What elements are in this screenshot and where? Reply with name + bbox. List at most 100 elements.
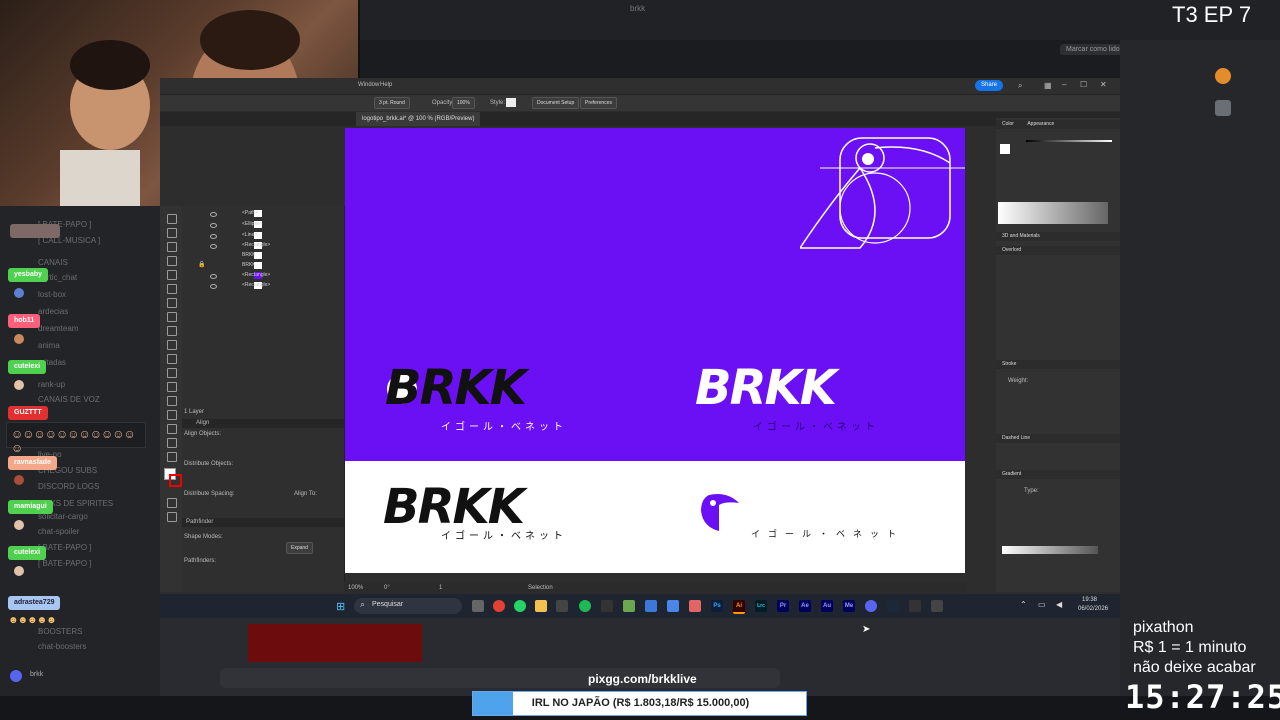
visibility-icon[interactable] [210, 212, 217, 217]
scale-tool-icon[interactable] [167, 312, 177, 322]
folder-icon[interactable] [535, 600, 547, 612]
channel-item[interactable]: [ BATE-PAPO ] [38, 543, 92, 552]
color-tab[interactable]: Color [1002, 121, 1014, 127]
opacity-field[interactable]: 100% [452, 97, 475, 109]
spotify-icon[interactable] [579, 600, 591, 612]
visibility-icon[interactable] [210, 244, 217, 249]
blend-tool-icon[interactable] [167, 382, 177, 392]
channel-item[interactable]: chat-boosters [38, 642, 86, 651]
zoom-tool-icon[interactable] [167, 452, 177, 462]
after-effects-icon[interactable]: Ae [799, 600, 811, 612]
gradient-title[interactable]: Gradient [1002, 471, 1021, 477]
channel-item[interactable]: lost-box [38, 290, 66, 299]
slice-tool-icon[interactable] [167, 424, 177, 434]
gradient-slider[interactable] [1002, 546, 1098, 554]
channel-item[interactable]: chat-spoiler [38, 527, 79, 536]
volume-icon[interactable]: ◀ [1056, 600, 1062, 609]
network-icon[interactable]: ▭ [1038, 600, 1046, 609]
channel-item[interactable]: ardecias [38, 307, 68, 316]
channel-item[interactable]: dreamteam [38, 324, 78, 333]
brush-tool-icon[interactable] [167, 270, 177, 280]
artboard-number[interactable]: 1 [439, 585, 442, 591]
app-icon[interactable] [667, 600, 679, 612]
clapper-icon[interactable] [556, 600, 568, 612]
screen-mode-icon[interactable] [167, 512, 177, 522]
app-icon[interactable] [909, 600, 921, 612]
visibility-icon[interactable] [210, 223, 217, 228]
layer-item[interactable]: <Rectangle> [242, 281, 270, 290]
layer-item[interactable]: BRKK [242, 251, 256, 260]
share-button[interactable]: Share [975, 80, 1004, 91]
gradient-tool-icon[interactable] [167, 354, 177, 364]
maximize-icon[interactable]: ☐ [1080, 80, 1087, 89]
style-swatch[interactable] [506, 98, 516, 107]
layer-item[interactable]: <Line> [242, 231, 257, 240]
stroke-title[interactable]: Stroke [1002, 361, 1016, 367]
channel-item[interactable]: anima [38, 341, 60, 350]
three-d-title[interactable]: 3D and Materials [1002, 233, 1040, 239]
channel-category[interactable]: CANAIS [38, 258, 68, 267]
selection-tool-icon[interactable] [167, 214, 177, 224]
channel-category[interactable]: rank-up [38, 380, 65, 389]
illustrator-icon[interactable]: Ai [733, 600, 745, 614]
layer-item[interactable]: BRKK [242, 261, 256, 270]
steam-icon[interactable] [887, 600, 899, 612]
artboard-purple[interactable]: BRKK イゴール・ベネット BRKK イゴール・ベネット [345, 128, 965, 461]
gamepad-icon[interactable] [931, 600, 943, 612]
pathfinder-tab[interactable]: Pathfinder [186, 519, 213, 525]
visibility-icon[interactable] [210, 234, 217, 239]
mark-read-button[interactable]: Marcar como lido [1060, 44, 1126, 55]
expand-button[interactable]: Expand [286, 542, 313, 554]
channel-item[interactable]: [ BATE-PAPO ] [38, 559, 92, 568]
visibility-icon[interactable] [210, 284, 217, 289]
warp-tool-icon[interactable] [167, 326, 177, 336]
search-icon[interactable]: ⌕ [1018, 81, 1022, 91]
tray-chevron-icon[interactable]: ⌃ [1020, 600, 1027, 609]
layer-item[interactable]: <Path> [242, 209, 258, 218]
draw-mode-icon[interactable] [167, 498, 177, 508]
menu-window[interactable]: Window [358, 82, 379, 88]
stroke-swatch[interactable] [169, 474, 182, 487]
layer-item[interactable]: <Rectangle> [242, 241, 270, 250]
pen-icon[interactable] [601, 600, 613, 612]
document-tab[interactable]: logotipo_brkk.ai* @ 100 % (RGB/Preview) [356, 112, 481, 126]
artboard-white[interactable]: BRKK イゴール・ベネット イゴール・ベネット [345, 461, 965, 573]
media-encoder-icon[interactable]: Me [843, 600, 855, 612]
whatsapp-icon[interactable] [514, 600, 526, 612]
hand-tool-icon[interactable] [167, 438, 177, 448]
stroke-profile-select[interactable]: 3 pt. Round [374, 97, 410, 109]
channel-item[interactable]: CANAIS DE VOZ [38, 395, 100, 404]
line-tool-icon[interactable] [167, 242, 177, 252]
fill-swatch[interactable] [1000, 144, 1010, 154]
menu-help[interactable]: Help [380, 82, 392, 88]
lightroom-icon[interactable]: Lrc [755, 600, 767, 612]
lock-icon[interactable]: 🔒 [198, 261, 205, 268]
task-view-icon[interactable] [472, 600, 484, 612]
audition-icon[interactable]: Au [821, 600, 833, 612]
channel-category[interactable]: BOOSTERS [38, 627, 82, 636]
overlord-title[interactable]: Overlord [1002, 247, 1021, 253]
graph-tool-icon[interactable] [167, 396, 177, 406]
pen-tool-icon[interactable] [167, 228, 177, 238]
eraser-tool-icon[interactable] [167, 284, 177, 294]
shape-builder-tool-icon[interactable] [167, 340, 177, 350]
chrome-icon[interactable] [493, 600, 505, 612]
zoom-level[interactable]: 100% [348, 585, 363, 591]
arrange-icon[interactable]: ▦ [1044, 81, 1052, 90]
photoshop-icon[interactable]: Ps [711, 600, 723, 612]
close-icon[interactable]: ✕ [1100, 80, 1107, 89]
appearance-tab[interactable]: Appearance [1027, 121, 1054, 127]
rotate-tool-icon[interactable] [167, 298, 177, 308]
windows-start-icon[interactable]: ⊞ [336, 600, 345, 613]
discord-icon[interactable] [865, 600, 877, 612]
clock-time[interactable]: 19:38 [1082, 597, 1097, 603]
taskbar-search[interactable]: ⌕ Pesquisar [354, 598, 462, 614]
channel-item[interactable]: DISCORD LOGS [38, 482, 99, 491]
minimize-icon[interactable]: – [1062, 80, 1066, 89]
preferences-button[interactable]: Preferences [580, 97, 617, 109]
shield-icon[interactable] [623, 600, 635, 612]
premiere-icon[interactable]: Pr [777, 600, 789, 612]
dashed-line-title[interactable]: Dashed Line [1002, 435, 1030, 441]
app-icon[interactable] [689, 600, 701, 612]
clock-date[interactable]: 06/02/2026 [1078, 606, 1108, 612]
